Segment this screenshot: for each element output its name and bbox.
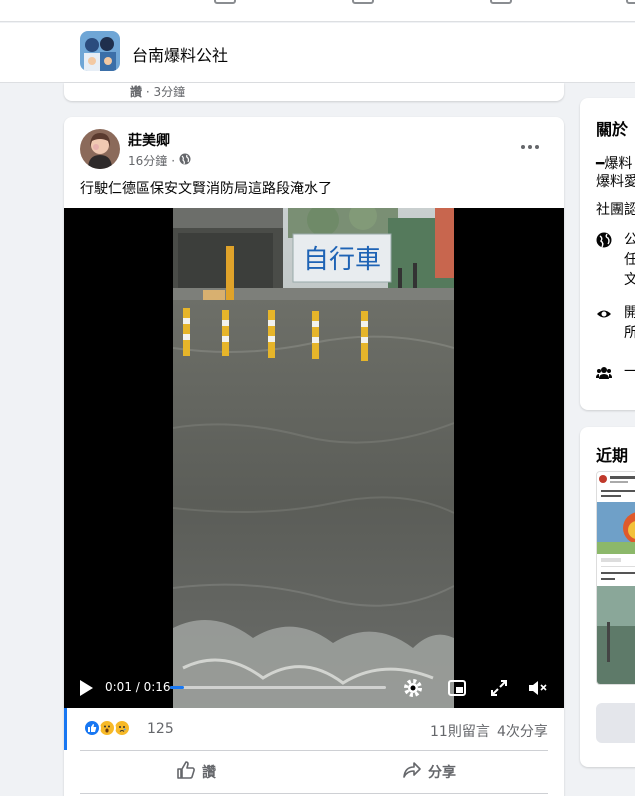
author-name[interactable]: 莊美卿 [128,130,170,150]
members-icon [596,365,612,381]
see-all-button[interactable] [596,703,635,743]
about-public-line: 任 [624,252,635,268]
reaction-icons[interactable] [83,719,131,737]
eye-icon [596,306,612,322]
recent-media-card: 近期 [580,427,635,767]
messenger-nav-icon[interactable] [626,0,635,6]
group-header-bar: 台南爆料公社 [0,23,635,83]
about-public-line: 公 [624,232,635,248]
about-visible-line: 所 [624,325,635,341]
share-count[interactable]: 4次分享 [497,721,548,741]
group-name[interactable]: 台南爆料公社 [132,42,228,66]
about-card: 關於 ━爆料 爆料愛 社團認 公 任 文 開 所 一 [580,98,635,410]
settings-gear-icon[interactable] [402,677,424,699]
share-button-label: 分享 [428,765,456,781]
fullscreen-icon[interactable] [488,677,510,699]
about-desc-line: ━爆料 [596,156,633,172]
recent-media-thumbnail[interactable] [596,471,635,685]
top-navigation-bar [0,0,635,22]
gaming-nav-icon[interactable] [352,0,374,6]
groups-nav-icon[interactable] [214,0,236,6]
sign-text: 自行車 [303,245,381,275]
video-frame: 自行車 [173,208,454,708]
globe-icon [179,153,191,168]
picture-in-picture-icon[interactable] [446,677,468,699]
dot-icon [535,145,539,149]
play-icon[interactable] [80,680,93,696]
post-time-row: 16分鐘 · [128,152,191,169]
group-avatar[interactable] [80,31,120,71]
about-desc-line: 社團認 [596,202,635,218]
about-visible-line: 開 [624,305,635,321]
previous-like-label[interactable]: 讚 [130,85,142,99]
post-time[interactable]: 16分鐘 [128,152,167,169]
share-button[interactable]: 分享 [402,751,456,793]
video-controls: 0:01 / 0:16 [64,668,564,708]
post-text: 行駛仁德區保安文賢消防局這路段淹水了 [80,181,332,197]
about-desc-line: 爆料愛 [596,174,635,190]
menu-nav-icon[interactable] [490,0,512,6]
about-general-line: 一 [624,364,635,380]
previous-post-fragment: 讚 · 3分鐘 [64,83,564,101]
like-reaction-icon [83,719,101,737]
thumbs-up-icon [176,760,196,784]
about-public-line: 文 [624,272,635,288]
more-options-button[interactable] [516,135,544,159]
share-arrow-icon [402,760,422,784]
muted-volume-icon[interactable] [526,677,548,699]
video-player[interactable]: 自行車 0:01 / 0:16 [64,208,564,708]
previous-post-meta: 讚 · 3分鐘 [130,83,185,100]
post-card: 莊美卿 16分鐘 · 行駛仁德區保安文賢消防局這路段淹水了 自行車 0:01 /… [64,117,564,796]
post-action-bar: 讚 分享 [80,750,548,794]
meta-separator: · [171,153,176,168]
recent-media-title: 近期 [596,446,629,465]
video-progress-fill [170,686,184,689]
reaction-count[interactable]: 125 [147,721,174,737]
author-avatar[interactable] [80,129,120,169]
video-progress-bar[interactable] [170,686,386,689]
dot-icon [528,145,532,149]
like-button-label: 讚 [202,765,216,781]
previous-post-time[interactable]: 3分鐘 [154,85,186,99]
like-button[interactable]: 讚 [176,751,216,793]
comment-count[interactable]: 11則留言 [430,721,490,741]
meta-separator: · [145,85,150,99]
reactions-summary: 125 11則留言 4次分享 [64,708,564,750]
dot-icon [521,145,525,149]
about-title: 關於 [596,120,629,139]
video-time-label: 0:01 / 0:16 [105,680,171,694]
globe-icon [596,232,612,248]
